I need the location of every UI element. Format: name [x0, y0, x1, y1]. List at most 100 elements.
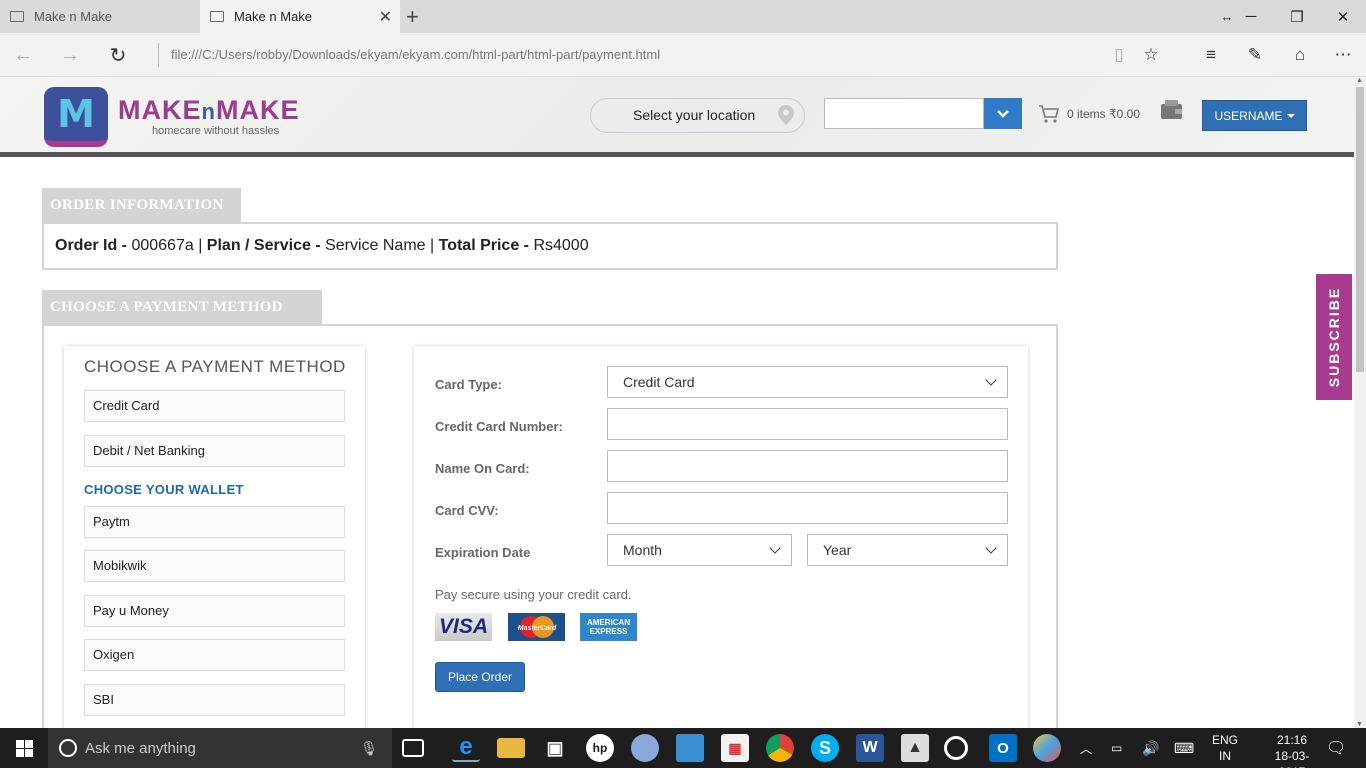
scroll-up-icon[interactable]: ▲ — [1356, 77, 1363, 84]
close-tab-icon[interactable]: ✕ — [379, 7, 392, 27]
place-order-button[interactable]: Place Order — [435, 662, 525, 692]
volume-icon[interactable]: 🔊 — [1142, 728, 1159, 768]
address-bar: ← → ↻ file:///C:/Users/robby/Downloads/e… — [0, 33, 1366, 77]
keyboard-icon[interactable]: ⌨ — [1174, 728, 1194, 768]
logo-icon[interactable]: M — [44, 87, 108, 147]
outlook-icon[interactable]: O — [989, 734, 1017, 762]
web-note-icon[interactable]: ✎ — [1240, 41, 1270, 69]
new-tab-icon[interactable]: + — [406, 4, 419, 30]
media-icon[interactable] — [944, 736, 968, 760]
subscribe-label: SUBSCRIBE — [1326, 286, 1342, 388]
url-field[interactable]: file:///C:/Users/robby/Downloads/ekyam/e… — [158, 43, 660, 67]
order-info-box: Order Id - 000667a | Plan / Service - Se… — [42, 222, 1058, 270]
secure-note: Pay secure using your credit card. — [435, 587, 632, 602]
page-icon — [210, 11, 224, 22]
show-hidden-icons[interactable]: ︿ — [1080, 728, 1092, 768]
logo-tagline: homecare without hassles — [152, 125, 280, 137]
scroll-down-icon[interactable]: ▼ — [1356, 721, 1363, 728]
name-on-card-label: Name On Card: — [435, 461, 530, 476]
clock-time: 21:16 — [1276, 733, 1308, 747]
card-type-select[interactable]: Credit Card — [607, 366, 1008, 398]
system-clock[interactable]: 21:16 18-03-2017 — [1262, 732, 1322, 768]
network-app-icon[interactable] — [676, 734, 704, 762]
location-selector[interactable]: Select your location — [590, 98, 805, 133]
reading-view-icon[interactable]: ▯ — [1104, 41, 1134, 69]
share-icon[interactable]: ⌂ — [1285, 41, 1315, 69]
favorite-star-icon[interactable]: ☆ — [1136, 41, 1166, 69]
username-label: USERNAME — [1214, 108, 1283, 123]
expiry-label: Expiration Date — [435, 545, 531, 560]
expiry-year-select[interactable]: Year — [807, 534, 1008, 566]
year-value: Year — [823, 542, 852, 558]
close-window-icon[interactable]: ✕ — [1320, 0, 1366, 33]
back-icon[interactable]: ← — [8, 41, 38, 69]
mastercard-logo-icon: MasterCard — [508, 613, 565, 641]
cvv-label: Card CVV: — [435, 503, 499, 518]
amex-logo-icon: AMERICAN EXPRESS — [580, 613, 637, 641]
edge-icon[interactable]: e — [452, 733, 480, 762]
browser-tab-bar: Make n Make Make n Make ✕ + ↔ ─ ❐ ✕ — [0, 0, 1366, 33]
browser-tab-1[interactable]: Make n Make — [0, 0, 200, 33]
chrome-icon[interactable] — [766, 734, 794, 762]
subscribe-button[interactable]: SUBSCRIBE — [1316, 274, 1352, 400]
logo-text[interactable]: MAKEnMAKE — [118, 95, 299, 126]
clock-date: 18-03-2017 — [1274, 749, 1310, 768]
file-explorer-icon[interactable] — [497, 738, 525, 758]
wallet-mobikwik[interactable]: Mobikwik — [84, 550, 345, 582]
hp-icon[interactable]: hp — [586, 734, 614, 762]
microphone-icon[interactable]: 🎙 — [360, 740, 378, 757]
paint-icon[interactable] — [1033, 734, 1061, 762]
cvv-input[interactable] — [607, 492, 1008, 524]
name-on-card-input[interactable] — [607, 450, 1008, 482]
browser-tab-2[interactable]: Make n Make ✕ — [200, 0, 400, 33]
card-number-input[interactable] — [607, 408, 1008, 440]
chevron-down-icon — [769, 542, 781, 554]
method-debit-net-banking[interactable]: Debit / Net Banking — [84, 435, 345, 467]
cortana-search-box[interactable]: Ask me anything 🎙 — [48, 728, 392, 768]
scrollbar-thumb[interactable] — [1356, 87, 1364, 372]
task-view-icon[interactable] — [402, 739, 424, 757]
search-dropdown-button[interactable] — [984, 98, 1022, 129]
wallet-paytm[interactable]: Paytm — [84, 506, 345, 538]
card-number-label: Credit Card Number: — [435, 419, 563, 434]
chevron-down-icon — [985, 542, 997, 554]
visa-logo-icon: VISA — [435, 613, 492, 641]
service-search-input[interactable] — [824, 98, 984, 129]
forward-icon[interactable]: → — [55, 41, 85, 69]
start-button[interactable] — [0, 728, 48, 768]
word-icon[interactable]: W — [856, 734, 884, 762]
calendar-app-icon[interactable]: ▦ — [721, 734, 749, 762]
wallet-sbi[interactable]: SBI — [84, 684, 345, 716]
expiry-month-select[interactable]: Month — [607, 534, 792, 566]
hub-icon[interactable]: ≡ — [1196, 41, 1226, 69]
total-price-value: Rs4000 — [533, 237, 589, 254]
restore-icon[interactable]: ❐ — [1274, 0, 1320, 33]
windows-taskbar: Ask me anything 🎙 e ▣ hp ▦ S W ▲ O ︿ ▭ 🔊… — [0, 728, 1366, 768]
language-indicator[interactable]: ENG IN — [1212, 728, 1238, 768]
more-icon[interactable]: ⋯ — [1328, 41, 1358, 69]
store-icon[interactable]: ▣ — [541, 734, 569, 762]
cart-summary[interactable]: 0 items ₹0.00 — [1038, 104, 1140, 124]
photos-icon[interactable]: ▲ — [901, 734, 929, 762]
action-center-icon[interactable]: 🗨 — [1326, 728, 1346, 768]
cart-text: 0 items ₹0.00 — [1067, 107, 1141, 121]
battery-icon[interactable]: ▭ — [1111, 728, 1122, 768]
wallet-icon[interactable] — [1160, 99, 1184, 126]
username-dropdown-button[interactable]: USERNAME — [1202, 100, 1307, 131]
method-credit-card[interactable]: Credit Card — [84, 390, 345, 422]
site-header: M MAKEnMAKE homecare without hassles Sel… — [0, 77, 1354, 157]
wallet-oxigen[interactable]: Oxigen — [84, 639, 345, 671]
location-label: Select your location — [633, 107, 756, 123]
payment-method-title: CHOOSE A PAYMENT METHOD — [84, 357, 346, 376]
cart-icon — [1039, 105, 1060, 123]
page-scrollbar[interactable]: ▲ ▼ — [1354, 77, 1366, 728]
order-id-value: 000667a — [131, 237, 194, 254]
total-price-label: Total Price - — [438, 237, 534, 254]
refresh-icon[interactable]: ↻ — [103, 41, 133, 69]
minimize-icon[interactable]: ─ — [1228, 0, 1274, 33]
order-id-label: Order Id - — [55, 237, 132, 254]
skype-icon[interactable]: S — [811, 734, 839, 762]
browser-app-icon[interactable] — [631, 734, 659, 762]
cortana-icon — [59, 739, 77, 757]
wallet-payumoney[interactable]: Pay u Money — [84, 595, 345, 627]
